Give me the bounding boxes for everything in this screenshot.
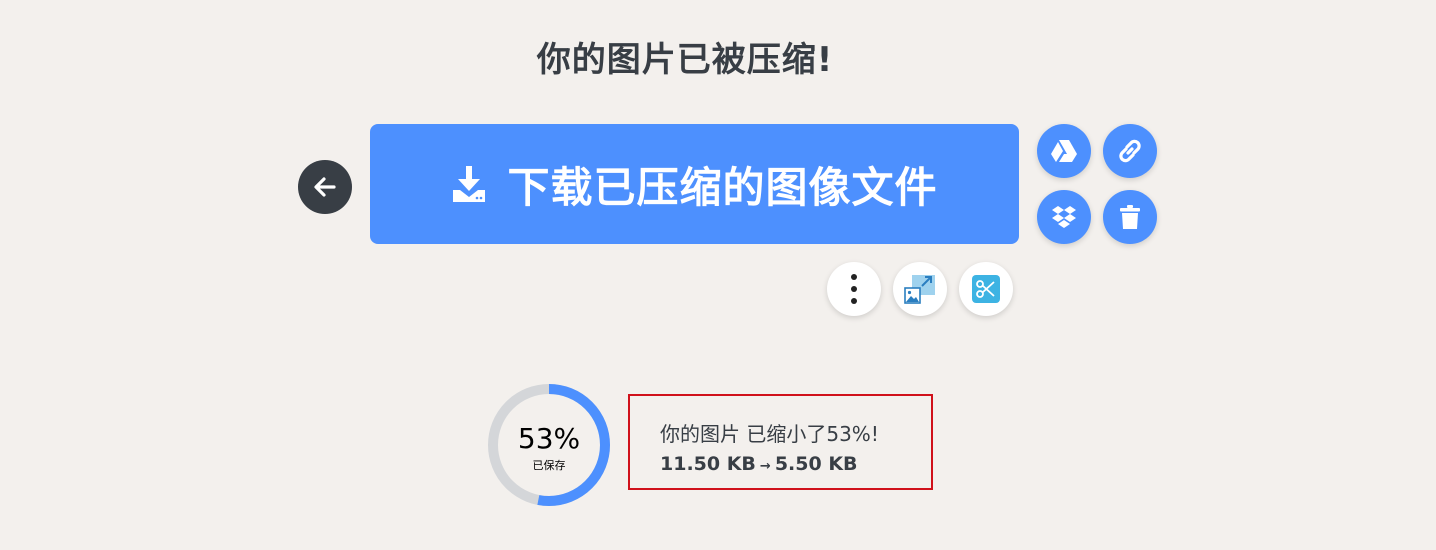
size-before: 11.50 KB bbox=[660, 453, 756, 475]
delete-button[interactable] bbox=[1103, 190, 1157, 244]
resize-image-icon bbox=[904, 274, 936, 304]
resize-image-button[interactable] bbox=[893, 262, 947, 316]
crop-scissors-icon bbox=[971, 274, 1001, 304]
more-vertical-icon bbox=[850, 273, 858, 305]
google-drive-icon bbox=[1050, 139, 1078, 163]
back-button[interactable] bbox=[298, 160, 352, 214]
saved-label: 已保存 bbox=[532, 459, 566, 472]
copy-link-button[interactable] bbox=[1103, 124, 1157, 178]
savings-progress-ring: 53% 已保存 bbox=[486, 382, 612, 508]
summary-percent: 53% bbox=[826, 422, 871, 446]
arrow-left-icon bbox=[312, 174, 338, 200]
size-after: 5.50 KB bbox=[774, 453, 858, 475]
compression-summary: 你的图片 已缩小了53%! 11.50 KB → 5.50 KB bbox=[628, 394, 933, 490]
summary-text: 你的图片 已缩小了53%! bbox=[660, 418, 879, 447]
save-to-dropbox-button[interactable] bbox=[1037, 190, 1091, 244]
link-icon bbox=[1116, 137, 1144, 165]
download-button[interactable]: 下载已压缩的图像文件 bbox=[370, 124, 1019, 244]
size-change: 11.50 KB → 5.50 KB bbox=[660, 453, 858, 475]
percent-saved-value: 53% bbox=[517, 422, 581, 455]
crop-image-button[interactable] bbox=[959, 262, 1013, 316]
summary-prefix: 你的图片 已缩小了 bbox=[660, 422, 827, 446]
download-icon bbox=[451, 164, 487, 204]
summary-suffix: ! bbox=[870, 422, 879, 446]
more-options-button[interactable] bbox=[827, 262, 881, 316]
dropbox-icon bbox=[1050, 204, 1078, 230]
page-title: 你的图片已被压缩! bbox=[536, 40, 834, 80]
size-arrow: → bbox=[759, 459, 771, 474]
download-button-label: 下载已压缩的图像文件 bbox=[507, 162, 938, 212]
trash-icon bbox=[1119, 204, 1141, 230]
save-to-google-drive-button[interactable] bbox=[1037, 124, 1091, 178]
